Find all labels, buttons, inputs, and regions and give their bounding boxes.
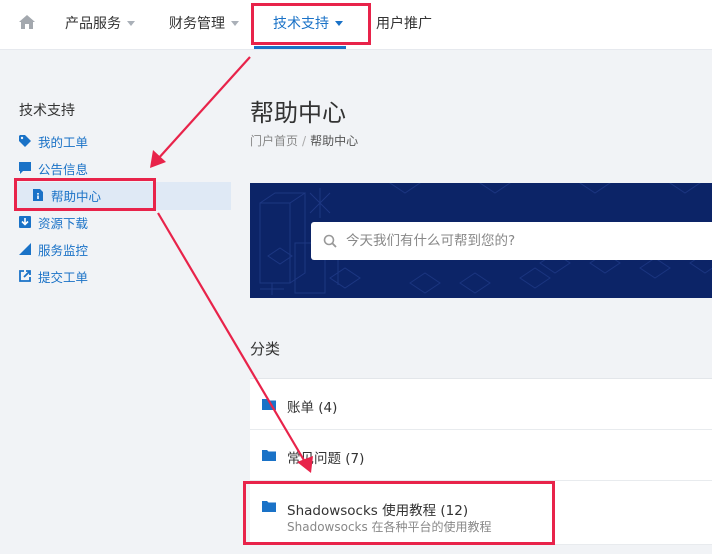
folder-icon — [262, 399, 276, 410]
sidebar-item-label: 提交工单 — [38, 269, 89, 285]
sidebar-item-my-tickets[interactable]: 我的工单 — [19, 130, 88, 152]
nav-finance[interactable]: 财务管理 — [169, 12, 239, 34]
breadcrumb-separator: / — [302, 134, 307, 148]
annotation-arrowhead-1 — [150, 150, 166, 168]
sidebar-item-announcements[interactable]: 公告信息 — [19, 157, 88, 179]
download-icon — [19, 216, 31, 228]
nav-active-indicator — [254, 46, 346, 49]
breadcrumb-current: 帮助中心 — [310, 134, 359, 148]
sidebar-item-label: 服务监控 — [38, 242, 89, 258]
annotation-box-sidebar — [14, 178, 156, 211]
nav-referral[interactable]: 用户推广 — [376, 12, 432, 34]
annotation-arrow-1 — [156, 56, 251, 161]
category-item-faq[interactable]: 常见问题 (7) — [250, 430, 712, 481]
folder-icon — [262, 450, 276, 461]
annotation-box-category — [243, 481, 555, 545]
chevron-down-icon — [231, 20, 239, 26]
tag-icon — [19, 135, 31, 147]
sidebar-item-submit-ticket[interactable]: 提交工单 — [19, 265, 88, 287]
comment-icon — [19, 162, 31, 174]
sidebar-item-label: 资源下载 — [38, 215, 89, 231]
page-title: 帮助中心 — [250, 99, 346, 127]
breadcrumb-home-link[interactable]: 门户首页 — [250, 134, 298, 148]
category-name: 常见问题 (7) — [287, 451, 365, 467]
sidebar-title: 技术支持 — [19, 103, 75, 119]
search-icon — [323, 234, 337, 248]
nav-products-label: 产品服务 — [65, 16, 121, 32]
signal-icon — [19, 243, 31, 255]
chevron-down-icon — [127, 20, 135, 26]
breadcrumb: 门户首页 / 帮助中心 — [250, 132, 358, 149]
nav-products[interactable]: 产品服务 — [65, 12, 135, 34]
external-link-icon — [19, 270, 31, 282]
sidebar-item-label: 我的工单 — [38, 134, 89, 150]
category-item-billing[interactable]: 账单 (4) — [250, 379, 712, 430]
search-bar[interactable] — [311, 222, 712, 260]
annotation-box-nav — [251, 3, 371, 45]
home-icon[interactable] — [18, 13, 36, 31]
search-input[interactable] — [346, 233, 686, 249]
nav-finance-label: 财务管理 — [169, 16, 225, 32]
sidebar-item-downloads[interactable]: 资源下载 — [19, 211, 88, 233]
category-name: 账单 (4) — [287, 400, 338, 416]
sidebar-item-monitoring[interactable]: 服务监控 — [19, 238, 88, 260]
categories-title: 分类 — [250, 340, 281, 358]
nav-referral-label: 用户推广 — [376, 16, 432, 32]
sidebar-item-label: 公告信息 — [38, 161, 89, 177]
